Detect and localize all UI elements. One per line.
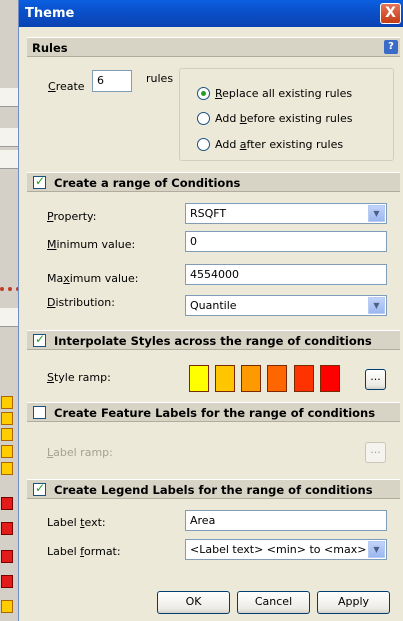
cancel-button[interactable]: Cancel xyxy=(237,591,310,614)
property-value: RSQFT xyxy=(190,207,227,220)
dialog-title: Theme xyxy=(25,6,75,21)
label-format-label: Label format: xyxy=(47,545,121,558)
legend-swatch xyxy=(1,575,13,588)
minimum-label: Minimum value: xyxy=(47,238,136,251)
radio-before-label[interactable]: Add before existing rules xyxy=(215,112,352,125)
style-ramp-swatch[interactable] xyxy=(241,365,261,392)
feature-labels-checkbox[interactable] xyxy=(33,406,46,419)
label-ramp-label: Label ramp: xyxy=(47,446,113,459)
conditions-checkbox[interactable] xyxy=(33,174,46,189)
feature-labels-title: Create Feature Labels for the range of c… xyxy=(54,406,376,420)
label-text-input[interactable]: Area xyxy=(185,510,387,531)
legend-swatch xyxy=(1,497,13,510)
chevron-down-icon[interactable]: ▼ xyxy=(368,541,385,558)
legend-swatch xyxy=(1,550,13,563)
legend-swatch xyxy=(1,522,13,535)
legend-swatch xyxy=(1,600,13,613)
legend-title: Create Legend Labels for the range of co… xyxy=(54,483,373,497)
conditions-header: Create a range of Conditions xyxy=(27,172,400,192)
ok-button[interactable]: OK xyxy=(157,591,230,614)
style-ramp-label: Style ramp: xyxy=(47,371,111,384)
rules-header: Rules ? xyxy=(27,37,400,57)
radio-replace[interactable] xyxy=(197,87,210,100)
maximum-label: Maximum value: xyxy=(47,272,139,285)
radio-replace-label[interactable]: Replace all existing rules xyxy=(215,87,352,100)
feature-labels-header: Create Feature Labels for the range of c… xyxy=(27,402,400,422)
minimum-input[interactable]: 0 xyxy=(185,231,387,252)
style-ramp-swatch[interactable] xyxy=(215,365,235,392)
create-label: Create xyxy=(48,80,85,93)
legend-header: Create Legend Labels for the range of co… xyxy=(27,479,400,499)
label-format-select[interactable]: <Label text> <min> to <max> ▼ xyxy=(185,539,387,560)
chevron-down-icon[interactable]: ▼ xyxy=(368,205,385,222)
legend-swatch xyxy=(1,462,13,475)
style-ramp-swatch[interactable] xyxy=(294,365,314,392)
rules-label: rules xyxy=(146,72,174,85)
radio-before[interactable] xyxy=(197,112,210,125)
conditions-title: Create a range of Conditions xyxy=(54,176,241,190)
distribution-value: Quantile xyxy=(190,299,237,312)
style-ramp-swatch[interactable] xyxy=(320,365,340,392)
style-ramp-swatch[interactable] xyxy=(267,365,287,392)
styles-header: Interpolate Styles across the range of c… xyxy=(27,330,400,350)
help-icon[interactable]: ? xyxy=(384,40,398,54)
legend-swatch xyxy=(1,428,13,441)
close-icon: X xyxy=(385,5,396,21)
chevron-down-icon[interactable]: ▼ xyxy=(368,297,385,314)
maximum-input[interactable]: 4554000 xyxy=(185,264,387,285)
property-select[interactable]: RSQFT ▼ xyxy=(185,203,387,224)
theme-dialog: Theme X Rules ? Create 6 rules Replace a… xyxy=(18,0,403,621)
legend-swatch xyxy=(1,445,13,458)
styles-title: Interpolate Styles across the range of c… xyxy=(54,334,372,348)
legend-checkbox[interactable] xyxy=(33,481,46,496)
distribution-label: Distribution: xyxy=(47,296,115,309)
apply-button[interactable]: Apply xyxy=(317,591,390,614)
styles-checkbox[interactable] xyxy=(33,332,46,347)
property-label: Property: xyxy=(47,210,97,223)
radio-after-label[interactable]: Add after existing rules xyxy=(215,138,343,151)
label-format-value: <Label text> <min> to <max> xyxy=(190,543,367,556)
radio-after[interactable] xyxy=(197,138,210,151)
label-ramp-more-button[interactable]: ... xyxy=(365,442,386,463)
style-ramp-more-button[interactable]: ... xyxy=(365,369,386,390)
callout-arrow-line xyxy=(0,287,20,291)
title-bar[interactable]: Theme X xyxy=(19,0,403,27)
legend-swatch xyxy=(1,412,13,425)
label-text-label: Label text: xyxy=(47,516,106,529)
rules-title: Rules xyxy=(32,41,68,55)
distribution-select[interactable]: Quantile ▼ xyxy=(185,295,387,316)
legend-swatch xyxy=(1,396,13,409)
close-button[interactable]: X xyxy=(380,3,401,24)
rule-count-input[interactable]: 6 xyxy=(92,70,132,92)
style-ramp-swatch[interactable] xyxy=(189,365,209,392)
